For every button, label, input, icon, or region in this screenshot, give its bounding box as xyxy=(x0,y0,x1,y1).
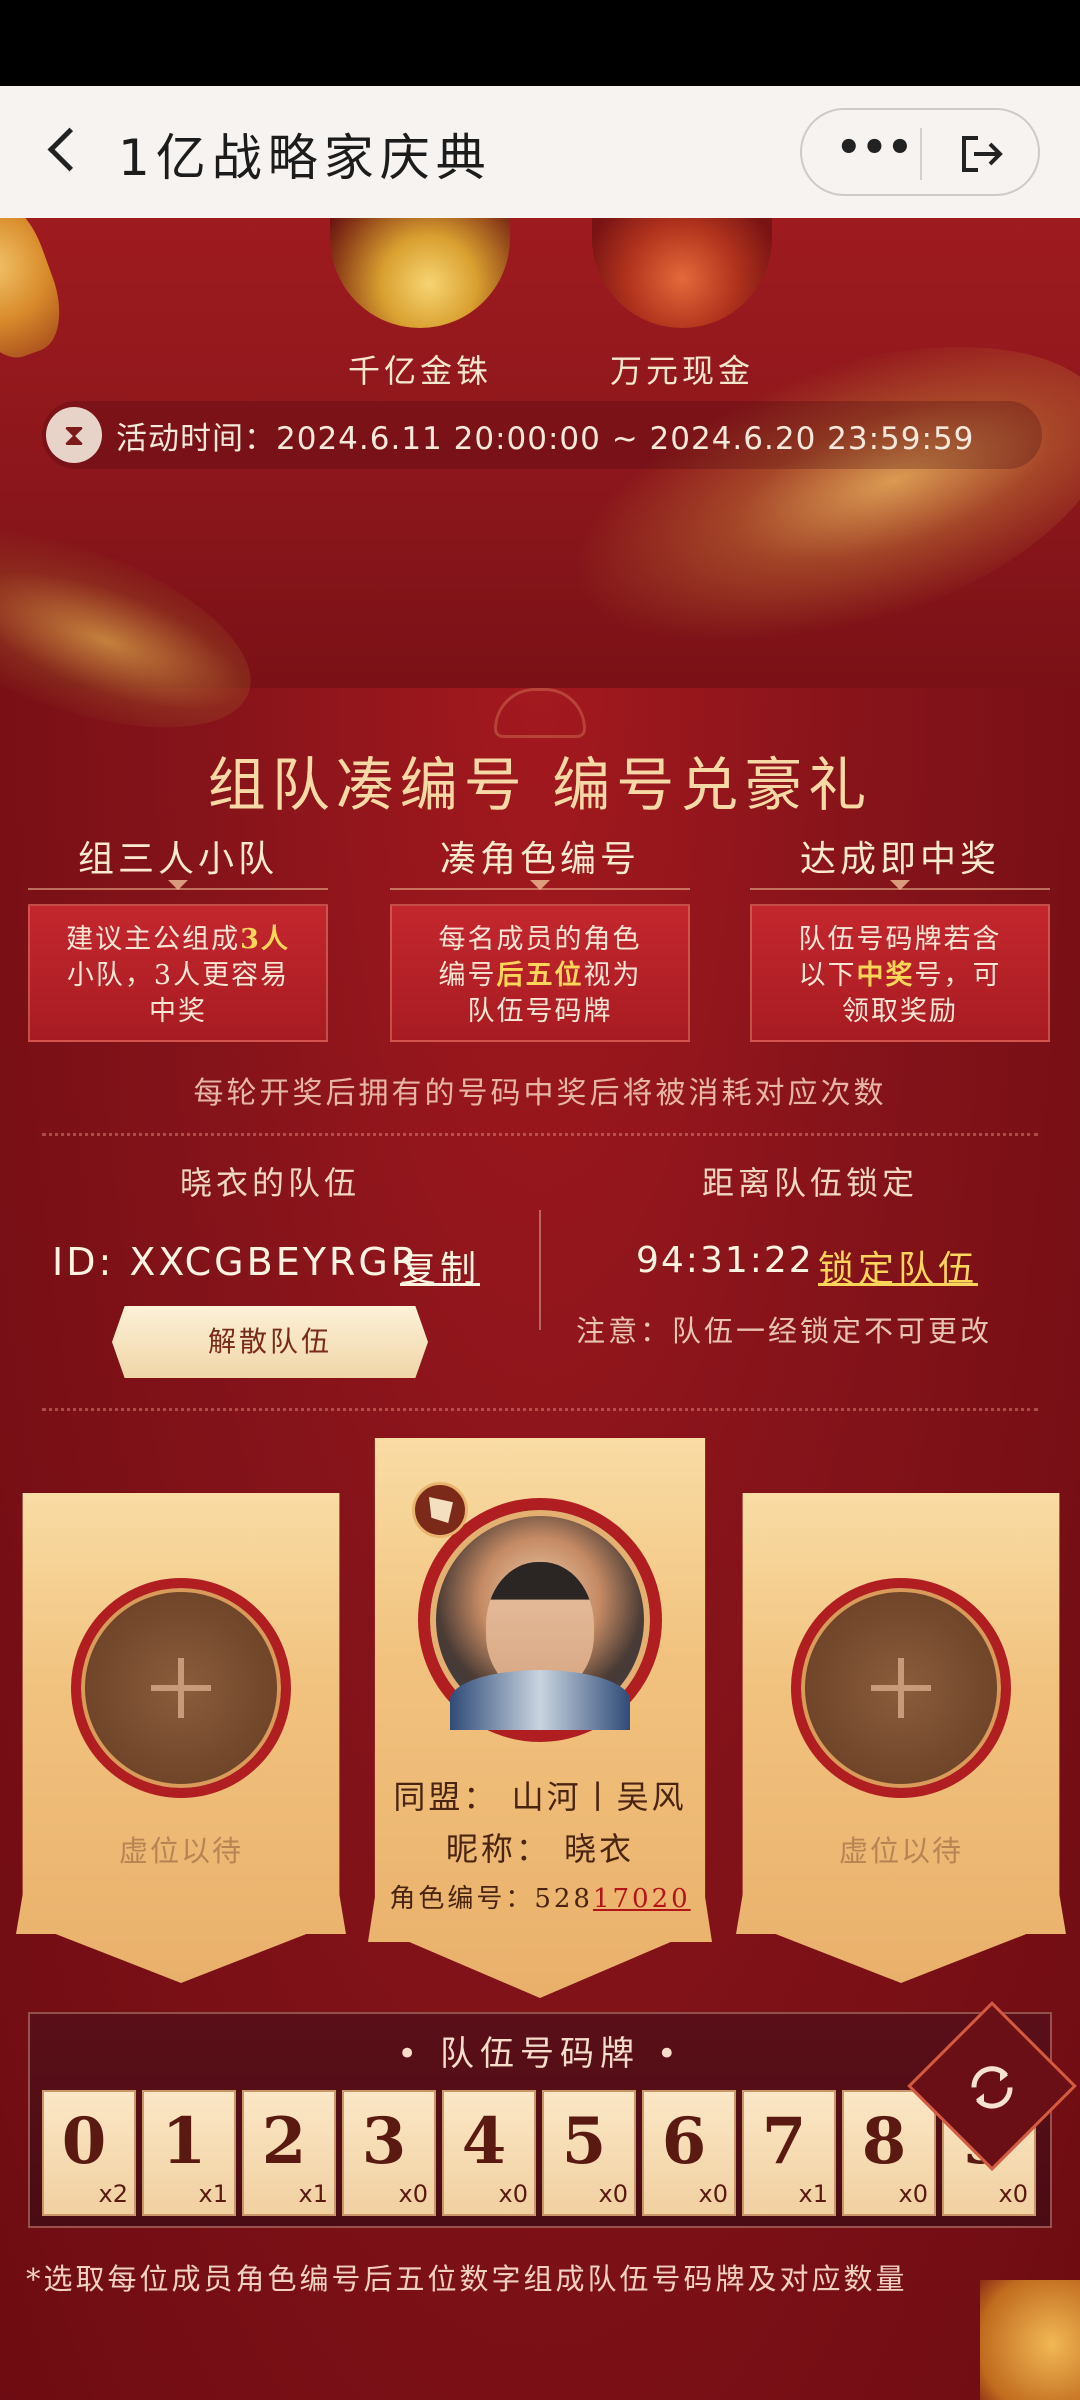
nav-bar: 1亿战略家庆典 ••• xyxy=(0,86,1080,218)
team-lock-info: 距离队伍锁定 94:31:22 锁定队伍 注意：队伍一经锁定不可更改 xyxy=(540,1158,1080,1378)
digit-tile: 0 x2 xyxy=(42,2090,136,2216)
add-member-circle[interactable] xyxy=(791,1578,1011,1798)
digit-row: 0x2 1x1 2x1 3x0 4x0 5x0 6x0 7x1 8x0 9x0 xyxy=(42,2090,1042,2216)
lock-countdown: 94:31:22 xyxy=(636,1240,814,1281)
steps-row: 组三人小队 建议主公组成3人 小队，3人更容易 中奖 凑角色编号 每名成员的角色… xyxy=(28,830,1052,1060)
digit-tile: 4 x0 xyxy=(442,2090,536,2216)
step-description: 每名成员的角色 编号后五位视为 队伍号码牌 xyxy=(390,904,690,1042)
empty-slot-left[interactable]: 虚位以待 xyxy=(16,1493,346,1983)
page-title: 1亿战略家庆典 xyxy=(118,129,492,187)
avatar-robe xyxy=(450,1670,630,1730)
event-page: 千亿金铢 万元现金 ⧗ 活动时间：2024.6.11 20:00:00 ~ 20… xyxy=(0,218,1080,2400)
digit-tile: 2 x1 xyxy=(242,2090,336,2216)
exit-button[interactable] xyxy=(958,132,1006,176)
lock-team-link[interactable]: 锁定队伍 xyxy=(818,1240,978,1292)
empty-slot-label: 虚位以待 xyxy=(118,1834,243,1868)
gold-coins-icon xyxy=(330,218,510,328)
mini-program-capsule: ••• xyxy=(800,108,1040,196)
capsule-divider xyxy=(920,128,922,180)
plus-icon xyxy=(871,1658,931,1718)
step-description: 建议主公组成3人 小队，3人更容易 中奖 xyxy=(28,904,328,1042)
digit-tile: 1 x1 xyxy=(142,2090,236,2216)
add-member-circle[interactable] xyxy=(71,1578,291,1798)
hero-banner: 千亿金铢 万元现金 ⧗ 活动时间：2024.6.11 20:00:00 ~ 20… xyxy=(0,218,1080,769)
prize-gold-coins: 千亿金铢 xyxy=(320,218,520,392)
activity-time-bar: ⧗ 活动时间：2024.6.11 20:00:00 ~ 2024.6.20 23… xyxy=(42,401,1042,469)
hourglass-icon: ⧗ xyxy=(46,407,102,463)
avatar xyxy=(418,1498,662,1742)
empty-slot-label: 虚位以待 xyxy=(838,1834,963,1868)
step-form-team: 组三人小队 建议主公组成3人 小队，3人更容易 中奖 xyxy=(28,830,328,1042)
cash-orb-icon xyxy=(592,218,772,328)
digit-tile: 3 x0 xyxy=(342,2090,436,2216)
plate-title: • 队伍号码牌 • xyxy=(397,2034,683,2074)
refresh-icon xyxy=(971,2066,1013,2109)
step-description: 队伍号码牌若含 以下中奖号，可 领取奖励 xyxy=(750,904,1050,1042)
step-title: 组三人小队 xyxy=(28,830,328,890)
member-slot-leader: 同盟： 山河丨吴风 昵称： 晓衣 角色编号：52817020 xyxy=(368,1438,712,1998)
lock-note: 注意：队伍一经锁定不可更改 xyxy=(576,1314,993,1348)
step-win: 达成即中奖 队伍号码牌若含 以下中奖号，可 领取奖励 xyxy=(750,830,1050,1042)
digit-tile: 7 x1 xyxy=(742,2090,836,2216)
team-id: ID: XXCGBEYRGR xyxy=(52,1240,421,1284)
prize-label: 万元现金 xyxy=(609,352,754,390)
step-title: 达成即中奖 xyxy=(750,830,1050,890)
member-alliance: 同盟： 山河丨吴风 xyxy=(393,1778,687,1816)
round-note: 每轮开奖后拥有的号码中奖后将被消耗对应次数 xyxy=(193,1076,887,1111)
back-button[interactable] xyxy=(44,126,94,176)
more-button[interactable]: ••• xyxy=(836,128,913,172)
gold-swirl-decoration-left xyxy=(0,487,276,769)
leader-flag-icon xyxy=(412,1482,468,1538)
disband-team-button[interactable]: 解散队伍 xyxy=(112,1306,428,1378)
dotted-divider xyxy=(42,1408,1038,1411)
digit-tile: 6 x0 xyxy=(642,2090,736,2216)
lantern-decoration xyxy=(0,218,75,369)
activity-time: 活动时间：2024.6.11 20:00:00 ~ 2024.6.20 23:5… xyxy=(116,420,975,457)
empty-slot-right[interactable]: 虚位以待 xyxy=(736,1493,1066,1983)
emblem-decoration xyxy=(494,688,586,738)
team-info: 晓衣的队伍 ID: XXCGBEYRGR 复制 解散队伍 xyxy=(0,1158,540,1378)
member-nickname: 昵称： 晓衣 xyxy=(445,1830,635,1868)
digit-tile: 8 x0 xyxy=(842,2090,936,2216)
corner-decoration xyxy=(980,2280,1080,2400)
section-title: 组队凑编号 编号兑豪礼 xyxy=(207,751,873,819)
member-role-code: 角色编号：52817020 xyxy=(389,1884,691,1914)
lock-title: 距离队伍锁定 xyxy=(701,1164,918,1202)
step-title: 凑角色编号 xyxy=(390,830,690,890)
status-bar xyxy=(0,0,1080,86)
prize-label: 千亿金铢 xyxy=(347,352,492,390)
exit-icon xyxy=(962,136,1003,172)
dotted-divider xyxy=(42,1133,1038,1136)
step-collect-code: 凑角色编号 每名成员的角色 编号后五位视为 队伍号码牌 xyxy=(390,830,690,1042)
footnote: *选取每位成员角色编号后五位数字组成队伍号码牌及对应数量 xyxy=(26,2262,908,2296)
digit-tile: 5 x0 xyxy=(542,2090,636,2216)
team-name: 晓衣的队伍 xyxy=(179,1164,360,1202)
plus-icon xyxy=(151,1658,211,1718)
copy-id-link[interactable]: 复制 xyxy=(400,1240,480,1292)
team-number-plate: • 队伍号码牌 • 0 x2 1 x1 2 x1 3 x0 4 x0 5 x0 6 x0 7x… xyxy=(28,2012,1052,2228)
prize-cash: 万元现金 xyxy=(582,218,782,392)
